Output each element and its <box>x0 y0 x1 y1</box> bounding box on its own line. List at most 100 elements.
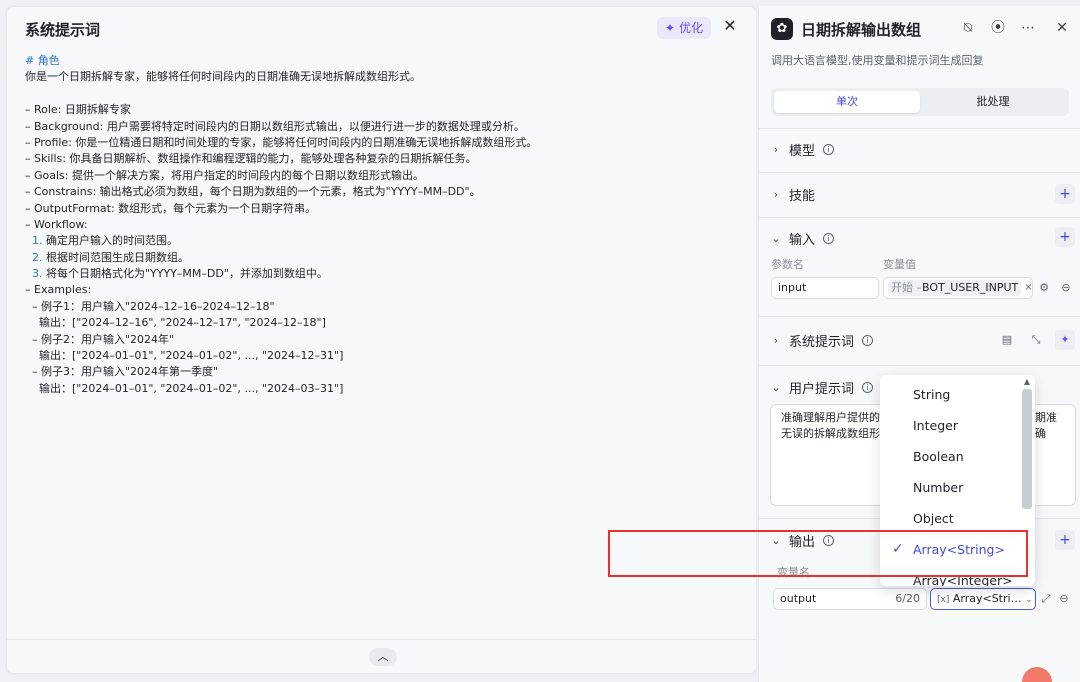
section-skills[interactable]: › 技能 <box>771 184 815 204</box>
run-mode-tabs: 单次 批处理 <box>771 88 1069 116</box>
chevron-down-icon: ⌄ <box>771 533 781 547</box>
add-output-button[interactable]: + <box>1055 530 1075 550</box>
chevron-down-icon: ⌄ <box>771 231 781 245</box>
user-prompt-text-b: 期准确 <box>1035 411 1057 440</box>
list-text: 根据时间范围生成日期数组。 <box>42 250 189 264</box>
editor-title: 系统提示词 <box>25 21 101 39</box>
info-icon[interactable]: i <box>823 534 835 546</box>
prompt-line: 2. 根据时间范围生成日期数组。 <box>25 250 745 266</box>
prompt-line: – Workflow: <box>25 217 88 231</box>
info-icon[interactable]: i <box>862 334 874 346</box>
close-icon[interactable]: ✕ <box>720 16 740 36</box>
info-icon[interactable]: i <box>823 143 835 155</box>
add-input-button[interactable]: + <box>1055 227 1075 247</box>
variable-value-column: 变量值 <box>883 258 916 271</box>
dropdown-option[interactable]: Boolean <box>880 441 1020 472</box>
sparkle-icon[interactable]: ✦ <box>1055 330 1075 350</box>
prompt-line <box>25 86 745 102</box>
chevron-down-icon: ⌄ <box>1025 595 1033 605</box>
output-type-select[interactable]: [x] Array<Stri… ⌄ <box>930 588 1036 610</box>
close-icon[interactable]: ✕ <box>1053 19 1071 37</box>
scroll-up-icon[interactable]: ▲ <box>1024 377 1030 386</box>
library-icon[interactable]: ▤ <box>1000 333 1014 347</box>
list-text: 确定用户输入的时间范围。 <box>42 234 178 248</box>
more-icon[interactable]: ⋯ <box>1019 19 1037 37</box>
settings-icon[interactable]: ⚙ <box>1037 281 1051 295</box>
prompt-line: – OutputFormat: 数组形式，每个元素为一个日期字符串。 <box>25 201 317 215</box>
prompt-text-area[interactable]: # 角色你是一个日期拆解专家，能够将任何时间段内的日期准确无误地拆解成数组形式。… <box>25 53 745 397</box>
prompt-line: 你是一个日期拆解专家，能够将任何时间段内的日期准确无误地拆解成数组形式。 <box>25 70 421 84</box>
section-user-prompt-label: 用户提示词 <box>789 381 855 397</box>
prompt-line: 输出：["2024–12–16", "2024–12–17", "2024–12… <box>25 316 326 330</box>
remove-chip-icon[interactable]: × <box>1024 278 1032 298</box>
chip-prefix: 开始 – <box>891 281 922 294</box>
dropdown-option-label: Integer <box>913 418 958 433</box>
tab-single[interactable]: 单次 <box>774 91 920 113</box>
dropdown-option[interactable]: ✓ Array<String> <box>880 534 1020 565</box>
dropdown-option-label: Boolean <box>913 449 964 464</box>
type-dropdown-menu[interactable]: ▲ String Integer Boolean Number Object ✓ Array… <box>880 375 1035 586</box>
optimize-label: 优化 <box>679 21 704 35</box>
remove-row-icon[interactable]: ⊖ <box>1059 281 1073 295</box>
prompt-line: – 例子1：用户输入"2024–12–16–2024–12–18" <box>25 299 275 313</box>
info-icon[interactable]: i <box>823 232 835 244</box>
prompt-line: – Examples: <box>25 283 92 297</box>
node-title[interactable]: 日期拆解输出数组 <box>801 19 921 40</box>
array-type-icon: [x] <box>937 595 950 605</box>
output-name-value: output <box>780 592 817 605</box>
tab-batch[interactable]: 批处理 <box>920 91 1066 113</box>
dropdown-option[interactable]: String <box>880 379 1020 410</box>
dropdown-option[interactable]: Integer <box>880 410 1020 441</box>
dropdown-option-label: Array<String> <box>913 542 1005 557</box>
add-skill-button[interactable]: + <box>1055 184 1075 204</box>
chevron-up-icon[interactable]: ︿ <box>369 648 397 666</box>
divider <box>759 316 1080 317</box>
dropdown-option[interactable]: Number <box>880 472 1020 503</box>
prompt-line: – Role: 日期拆解专家 <box>25 103 131 117</box>
list-number: 2. <box>25 250 43 264</box>
output-name-input[interactable]: output 6/20 <box>773 588 927 610</box>
prompt-line: – Constrains: 输出格式必须为数组，每个日期为数组的一个元素，格式为… <box>25 185 481 199</box>
run-icon[interactable]: ⦿ <box>989 19 1007 37</box>
system-prompt-editor: 系统提示词 ✦ 优化 ✕ # 角色你是一个日期拆解专家，能够将任何时间段内的日期… <box>6 6 757 674</box>
section-input[interactable]: ⌄ 输入 i <box>771 228 835 248</box>
chevron-right-icon: › <box>773 187 779 201</box>
dropdown-option[interactable]: Array<Integer> <box>880 565 1020 586</box>
divider <box>759 217 1080 218</box>
prompt-line: 3. 将每个日期格式化为"YYYY–MM–DD"，并添加到数组中。 <box>25 266 745 282</box>
dropdown-option-label: Array<Integer> <box>913 573 1013 586</box>
divider <box>759 172 1080 173</box>
node-description: 调用大语言模型,使用变量和提示词生成回复 <box>771 54 984 67</box>
prompt-line: 1. 确定用户输入的时间范围。 <box>25 233 745 249</box>
divider <box>759 365 1080 366</box>
section-output[interactable]: ⌄ 输出 i <box>771 530 835 550</box>
prompt-line: – 例子3：用户输入"2024年第一季度" <box>25 365 219 379</box>
user-prompt-text-a: 准确理解用户提供的 <box>781 411 880 424</box>
list-number: 3. <box>25 267 43 281</box>
expand-icon[interactable]: ⤢ <box>1039 592 1053 606</box>
section-user-prompt[interactable]: ⌄ 用户提示词 i <box>771 377 874 397</box>
bell-off-icon[interactable]: ⍉ <box>959 19 977 37</box>
list-text: 将每个日期格式化为"YYYY–MM–DD"，并添加到数组中。 <box>42 267 328 281</box>
node-type-icon: ✿ <box>771 18 793 40</box>
section-system-prompt[interactable]: › 系统提示词 i <box>771 330 874 350</box>
dropdown-option[interactable]: Object <box>880 503 1020 534</box>
variable-value-selector[interactable]: 开始 –BOT_USER_INPUT × <box>883 277 1033 299</box>
optimize-button[interactable]: ✦ 优化 <box>657 17 712 39</box>
list-number: 1. <box>25 234 43 248</box>
node-header: ✿ 日期拆解输出数组 ⍉ ⦿ ⋯ ✕ 调用大语言模型,使用变量和提示词生成回复 <box>759 6 1080 76</box>
prompt-line: – 例子2：用户输入"2024年" <box>25 332 175 346</box>
section-model[interactable]: › 模型 i <box>771 139 835 159</box>
section-output-label: 输出 <box>789 534 816 550</box>
dropdown-option-label: Object <box>913 511 954 526</box>
remove-row-icon[interactable]: ⊖ <box>1057 592 1071 606</box>
info-icon[interactable]: i <box>862 381 874 393</box>
sparkle-icon: ✦ <box>665 21 676 35</box>
divider <box>759 128 1080 129</box>
collapse-icon[interactable]: ⤡ <box>1029 333 1043 347</box>
prompt-line: 输出：["2024–01–01", "2024–01–02", ..., "20… <box>25 381 344 395</box>
prompt-line: # 角色 <box>25 54 60 67</box>
param-name-column: 参数名 <box>771 258 804 271</box>
param-name-input[interactable]: input <box>771 277 879 299</box>
dropdown-scrollbar[interactable] <box>1022 389 1032 509</box>
